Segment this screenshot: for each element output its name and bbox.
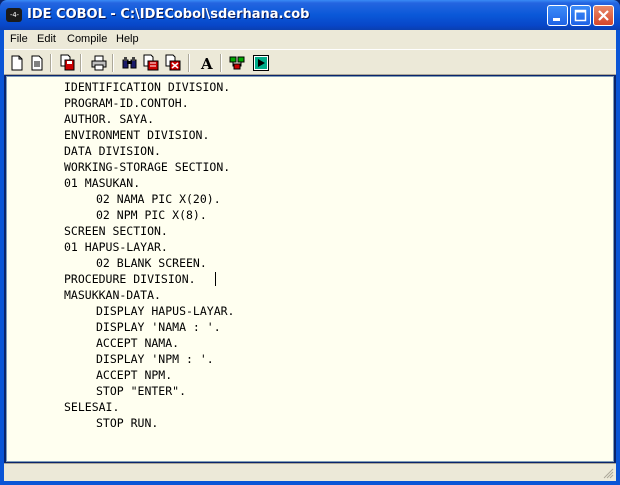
- close-button[interactable]: [593, 5, 614, 26]
- status-bar: [4, 463, 616, 481]
- print-icon: [91, 55, 107, 71]
- code-line: WORKING-STORAGE SECTION.: [64, 160, 231, 174]
- maximize-button[interactable]: [570, 5, 591, 26]
- toolbar-separator: [112, 54, 114, 72]
- toolbar-separator: [50, 54, 52, 72]
- code-line: PROCEDURE DIVISION.: [64, 272, 196, 286]
- code-line: ACCEPT NAMA.: [96, 336, 180, 350]
- delete-button[interactable]: [164, 54, 182, 72]
- close-icon: [598, 10, 609, 21]
- resize-grip-icon[interactable]: [602, 467, 614, 479]
- run-icon: [253, 55, 269, 71]
- code-line: 01 HAPUS-LAYAR.: [64, 240, 168, 254]
- menu-edit[interactable]: Edit: [37, 33, 56, 45]
- toolbar-separator: [220, 54, 222, 72]
- new-file-icon: [11, 55, 23, 71]
- open-file-icon: [31, 55, 43, 71]
- svg-text:A: A: [200, 55, 213, 72]
- code-line: ACCEPT NPM.: [96, 368, 173, 382]
- app-window: -4- IDE COBOL - C:\IDECobol\sderhana.cob…: [0, 0, 620, 485]
- window-frame-bottom: [0, 481, 620, 485]
- minimize-icon: [553, 18, 560, 21]
- code-line: STOP "ENTER".: [96, 384, 187, 398]
- maximize-icon: [574, 9, 587, 22]
- run-button[interactable]: [252, 54, 270, 72]
- title-bar[interactable]: -4- IDE COBOL - C:\IDECobol\sderhana.cob: [0, 0, 620, 30]
- code-line: SELESAI.: [64, 400, 120, 414]
- code-line: DISPLAY 'NAMA : '.: [96, 320, 221, 334]
- toolbar: A: [4, 49, 616, 75]
- menu-file[interactable]: File: [10, 33, 28, 45]
- code-line: STOP RUN.: [96, 416, 159, 430]
- code-line: AUTHOR. SAYA.: [64, 112, 155, 126]
- code-line: PROGRAM-ID.CONTOH.: [64, 96, 189, 110]
- code-line: 01 MASUKAN.: [64, 176, 141, 190]
- find-button[interactable]: [121, 54, 139, 72]
- font-icon: A: [200, 55, 213, 73]
- code-line: DISPLAY HAPUS-LAYAR.: [96, 304, 235, 318]
- replace-icon: [143, 54, 159, 71]
- menu-help[interactable]: Help: [116, 33, 139, 45]
- minimize-button[interactable]: [547, 5, 568, 26]
- window-frame-right: [616, 30, 620, 485]
- code-line: DISPLAY 'NPM : '.: [96, 352, 214, 366]
- save-icon: [60, 54, 75, 71]
- code-line: DATA DIVISION.: [64, 144, 161, 158]
- new-file-button[interactable]: [8, 54, 26, 72]
- text-caret: [215, 272, 216, 286]
- font-button[interactable]: A: [198, 54, 216, 73]
- app-icon[interactable]: -4-: [6, 8, 22, 22]
- compile-icon: [229, 56, 245, 70]
- code-line: MASUKKAN-DATA.: [64, 288, 161, 302]
- code-line: 02 NPM PIC X(8).: [96, 208, 207, 222]
- menu-bar: File Edit Compile Help: [4, 30, 616, 49]
- compile-button[interactable]: [229, 54, 247, 72]
- window-frame-left: [0, 30, 4, 485]
- toolbar-separator: [188, 54, 190, 72]
- code-line: ENVIRONMENT DIVISION.: [64, 128, 210, 142]
- menu-compile[interactable]: Compile: [67, 33, 107, 45]
- open-file-button[interactable]: [28, 54, 46, 72]
- delete-icon: [165, 54, 181, 71]
- code-line: 02 NAMA PIC X(20).: [96, 192, 221, 206]
- code-line: SCREEN SECTION.: [64, 224, 168, 238]
- save-button[interactable]: [58, 54, 76, 72]
- code-line: IDENTIFICATION DIVISION.: [64, 80, 231, 94]
- window-title: IDE COBOL - C:\IDECobol\sderhana.cob: [27, 7, 310, 22]
- toolbar-separator: [80, 54, 82, 72]
- code-line: 02 BLANK SCREEN.: [96, 256, 207, 270]
- code-editor[interactable]: IDENTIFICATION DIVISION. PROGRAM-ID.CONTO…: [6, 76, 614, 462]
- print-button[interactable]: [90, 54, 108, 72]
- replace-button[interactable]: [142, 54, 160, 72]
- find-icon: [122, 57, 137, 69]
